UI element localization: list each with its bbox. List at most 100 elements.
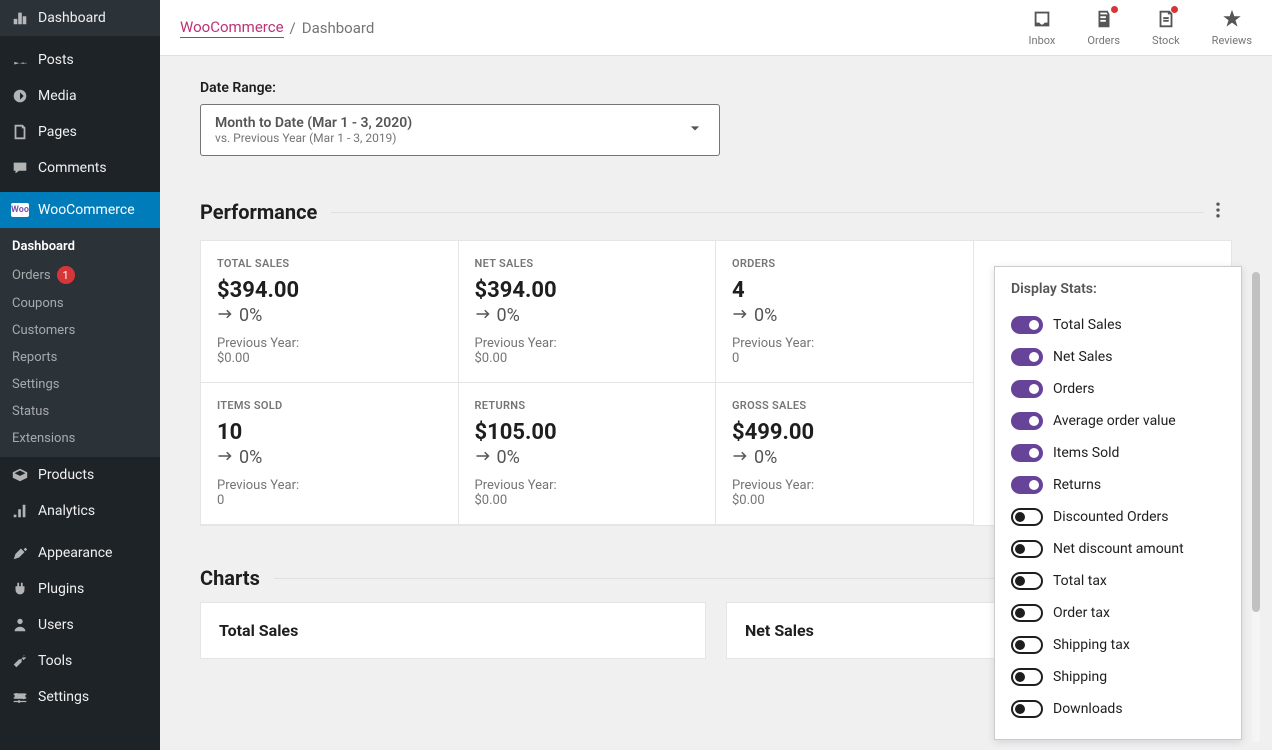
card-prev-label: Previous Year: — [732, 478, 957, 493]
toggle-switch[interactable] — [1011, 636, 1043, 654]
date-range-selector[interactable]: Month to Date (Mar 1 - 3, 2020) vs. Prev… — [200, 104, 720, 156]
card-prev-label: Previous Year: — [732, 336, 957, 351]
card-label: ITEMS SOLD — [217, 399, 442, 412]
toggle-row: Downloads — [1011, 693, 1225, 725]
card-label: ORDERS — [732, 257, 957, 270]
performance-card[interactable]: RETURNS $105.00 0% Previous Year: $0.00 — [459, 383, 717, 525]
pin-icon — [10, 50, 30, 70]
topbar-orders[interactable]: Orders — [1087, 8, 1120, 47]
toggle-row: Average order value — [1011, 405, 1225, 437]
toggle-switch[interactable] — [1011, 540, 1043, 558]
card-delta: 0% — [475, 447, 700, 468]
comments-icon — [10, 158, 30, 178]
performance-card[interactable]: NET SALES $394.00 0% Previous Year: $0.0… — [459, 241, 717, 383]
sidebar-item-pages[interactable]: Pages — [0, 114, 160, 150]
sidebar-item-appearance[interactable]: Appearance — [0, 535, 160, 571]
card-value: $394.00 — [475, 278, 700, 303]
toggle-switch[interactable] — [1011, 412, 1043, 430]
performance-card[interactable]: ORDERS 4 0% Previous Year: 0 — [716, 241, 974, 383]
pages-icon — [10, 122, 30, 142]
card-label: RETURNS — [475, 399, 700, 412]
toggle-row: Total Sales — [1011, 309, 1225, 341]
users-icon — [10, 615, 30, 635]
settings-icon — [10, 687, 30, 707]
sidebar-item-plugins[interactable]: Plugins — [0, 571, 160, 607]
sidebar-item-tools[interactable]: Tools — [0, 643, 160, 679]
toggle-row: Items Sold — [1011, 437, 1225, 469]
toggle-label: Returns — [1053, 477, 1101, 493]
sidebar-item-label: Settings — [38, 689, 89, 705]
card-prev-label: Previous Year: — [475, 478, 700, 493]
chart-card-total-sales[interactable]: Total Sales — [200, 602, 706, 659]
sidebar-item-label: Tools — [38, 653, 72, 669]
performance-card[interactable]: ITEMS SOLD 10 0% Previous Year: 0 — [201, 383, 459, 525]
inbox-icon — [1031, 8, 1053, 30]
toggle-label: Total tax — [1053, 573, 1107, 589]
toggle-label: Order tax — [1053, 605, 1110, 621]
performance-card[interactable]: TOTAL SALES $394.00 0% Previous Year: $0… — [201, 241, 459, 383]
topbar-stock[interactable]: Stock — [1152, 8, 1180, 47]
subnav-status[interactable]: Status — [0, 398, 160, 425]
performance-menu-button[interactable] — [1204, 196, 1232, 228]
toggle-label: Shipping tax — [1053, 637, 1130, 653]
topbar-inbox[interactable]: Inbox — [1029, 8, 1056, 47]
toggle-switch[interactable] — [1011, 476, 1043, 494]
toggle-switch[interactable] — [1011, 508, 1043, 526]
sidebar-item-label: Products — [38, 467, 94, 483]
toggle-switch[interactable] — [1011, 444, 1043, 462]
card-prev-value: 0 — [217, 493, 442, 508]
media-icon — [10, 86, 30, 106]
subnav-settings[interactable]: Settings — [0, 371, 160, 398]
sidebar-item-users[interactable]: Users — [0, 607, 160, 643]
popover-scrollbar[interactable] — [1252, 272, 1260, 742]
card-prev-label: Previous Year: — [217, 478, 442, 493]
sidebar-item-comments[interactable]: Comments — [0, 150, 160, 186]
subnav-extensions[interactable]: Extensions — [0, 425, 160, 452]
sidebar-item-dashboard[interactable]: Dashboard — [0, 0, 160, 36]
toggle-switch[interactable] — [1011, 380, 1043, 398]
performance-card[interactable]: GROSS SALES $499.00 0% Previous Year: $0… — [716, 383, 974, 525]
sidebar-item-settings[interactable]: Settings — [0, 679, 160, 715]
breadcrumb-link[interactable]: WooCommerce — [180, 18, 284, 38]
toggle-switch[interactable] — [1011, 604, 1043, 622]
date-range-label: Date Range: — [200, 80, 1232, 96]
sidebar-item-products[interactable]: Products — [0, 457, 160, 493]
sidebar-item-posts[interactable]: Posts — [0, 42, 160, 78]
toggle-switch[interactable] — [1011, 348, 1043, 366]
notification-dot — [1171, 6, 1178, 13]
date-range-sub: vs. Previous Year (Mar 1 - 3, 2019) — [215, 131, 412, 145]
arrow-right-icon — [475, 447, 493, 468]
toggle-switch[interactable] — [1011, 700, 1043, 718]
sidebar-item-label: Pages — [38, 124, 77, 140]
toggle-label: Net discount amount — [1053, 541, 1184, 557]
subnav-orders[interactable]: Orders1 — [0, 260, 160, 290]
toggle-row: Discounted Orders — [1011, 501, 1225, 533]
appearance-icon — [10, 543, 30, 563]
date-range-main: Month to Date (Mar 1 - 3, 2020) — [215, 115, 412, 131]
toggle-switch[interactable] — [1011, 668, 1043, 686]
card-prev-value: $0.00 — [475, 351, 700, 366]
subnav-dashboard[interactable]: Dashboard — [0, 233, 160, 260]
sidebar-item-analytics[interactable]: Analytics — [0, 493, 160, 529]
woocommerce-subnav: Dashboard Orders1 Coupons Customers Repo… — [0, 228, 160, 457]
card-value: $105.00 — [475, 420, 700, 445]
sidebar-item-media[interactable]: Media — [0, 78, 160, 114]
toggle-switch[interactable] — [1011, 572, 1043, 590]
toggle-switch[interactable] — [1011, 316, 1043, 334]
card-value: 4 — [732, 278, 957, 303]
subnav-reports[interactable]: Reports — [0, 344, 160, 371]
subnav-customers[interactable]: Customers — [0, 317, 160, 344]
popover-title: Display Stats: — [1011, 281, 1225, 297]
analytics-icon — [10, 501, 30, 521]
sidebar-item-label: Dashboard — [38, 10, 106, 26]
topbar-reviews[interactable]: Reviews — [1212, 8, 1252, 47]
topbar: WooCommerce / Dashboard Inbox Orders Sto… — [160, 0, 1272, 56]
subnav-coupons[interactable]: Coupons — [0, 290, 160, 317]
sidebar-item-label: Appearance — [38, 545, 112, 561]
sidebar-item-label: WooCommerce — [38, 202, 135, 218]
card-prev-value: $0.00 — [217, 351, 442, 366]
card-value: $394.00 — [217, 278, 442, 303]
plugins-icon — [10, 579, 30, 599]
toggle-label: Orders — [1053, 381, 1095, 397]
sidebar-item-woocommerce[interactable]: Woo WooCommerce — [0, 192, 160, 228]
